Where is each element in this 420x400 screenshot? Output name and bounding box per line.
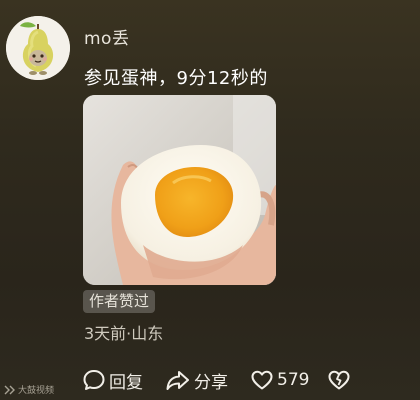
app-watermark: 大鼓视频 — [4, 383, 54, 396]
share-label: 分享 — [194, 372, 228, 393]
user-avatar[interactable] — [6, 16, 70, 80]
comment-item: mo丢 参见蛋神，9分12秒的 作者赞过 3天前·山东 回复 分享 579 大鼓… — [0, 0, 420, 400]
pear-avatar-icon — [6, 16, 70, 80]
reply-label: 回复 — [109, 372, 143, 393]
boiled-egg-photo — [83, 95, 276, 285]
comment-photo[interactable] — [83, 95, 276, 285]
app-logo-icon — [4, 385, 15, 394]
dislike-button[interactable] — [327, 368, 354, 392]
watermark-text: 大鼓视频 — [18, 386, 55, 396]
share-arrow-icon — [166, 371, 189, 390]
reply-button[interactable]: 回复 — [82, 368, 143, 393]
like-button[interactable]: 579 — [250, 368, 309, 392]
username[interactable]: mo丢 — [84, 24, 129, 49]
heart-icon — [251, 370, 273, 390]
reply-bubble-icon — [83, 370, 105, 390]
broken-heart-icon — [328, 370, 350, 390]
comment-text: 参见蛋神，9分12秒的 — [84, 68, 268, 89]
comment-actions: 回复 分享 579 — [82, 366, 354, 394]
comment-meta: 3天前·山东 — [84, 324, 164, 343]
like-count: 579 — [277, 370, 310, 390]
author-liked-badge: 作者赞过 — [83, 290, 156, 313]
share-button[interactable]: 分享 — [165, 368, 228, 393]
